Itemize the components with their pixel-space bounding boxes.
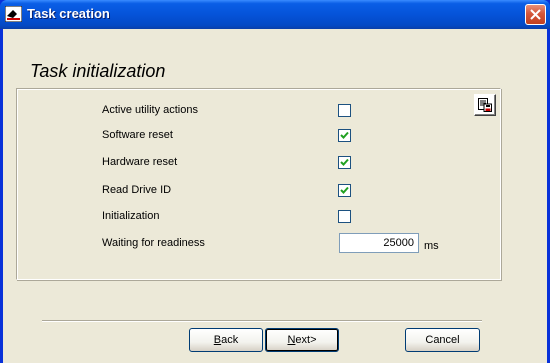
software-reset-checkbox[interactable] [338, 129, 351, 142]
save-settings-button[interactable] [474, 94, 496, 116]
title-bar[interactable]: Task creation [0, 0, 550, 29]
checkmark-icon [340, 131, 349, 139]
cancel-button[interactable]: Cancel [405, 328, 480, 352]
initialization-checkbox[interactable] [338, 210, 351, 223]
close-button[interactable] [525, 4, 546, 25]
waiting-label: Waiting for readiness [102, 237, 205, 249]
next-button[interactable]: Next> [265, 328, 339, 352]
checkmark-icon [340, 158, 349, 166]
window-title: Task creation [27, 6, 110, 21]
back-button[interactable]: Back [189, 328, 263, 352]
waiting-time-input[interactable]: 25000 [339, 233, 419, 253]
checkmark-icon [340, 186, 349, 194]
next-label: ext> [295, 334, 317, 346]
save-icon [478, 98, 492, 112]
footer-separator [42, 320, 482, 322]
option-label-hardware-reset: Hardware reset [102, 156, 178, 168]
option-label-initialization: Initialization [102, 210, 160, 222]
section-title: Task initialization [30, 61, 166, 81]
app-icon [4, 5, 23, 23]
option-label-read-drive-id: Read Drive ID [102, 184, 172, 196]
hardware-reset-checkbox[interactable] [338, 156, 351, 169]
read-drive-id-checkbox[interactable] [338, 184, 351, 197]
back-label: ack [221, 334, 239, 346]
option-label-software-reset: Software reset [102, 129, 173, 141]
back-mnemonic: B [213, 334, 222, 346]
close-icon [530, 9, 541, 20]
active-utility-actions-checkbox[interactable] [338, 104, 351, 117]
option-label-active-utility-actions: Active utility actions [102, 104, 198, 116]
waiting-unit: ms [424, 240, 439, 252]
